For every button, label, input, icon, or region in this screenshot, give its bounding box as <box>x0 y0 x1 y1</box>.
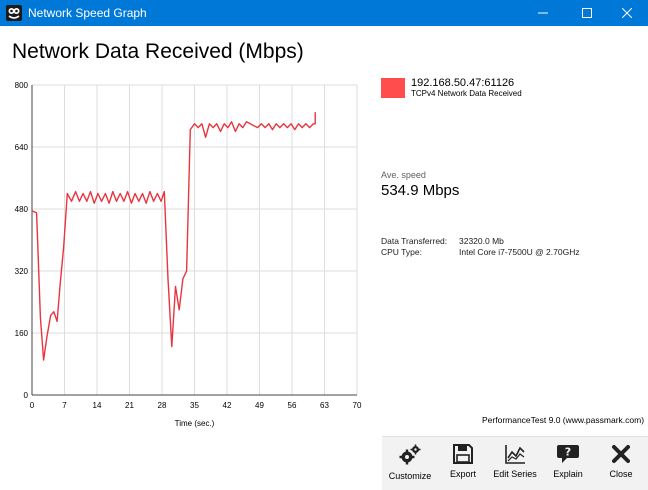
x-tick-label: 70 <box>353 401 362 410</box>
cpu-type-label: CPU Type: <box>381 247 422 257</box>
cpu-type-row: CPU Type: Intel Core i7-7500U @ 2.70GHz <box>381 247 580 257</box>
x-tick-label: 63 <box>320 401 329 410</box>
window-titlebar[interactable]: Network Speed Graph <box>0 0 648 26</box>
help-icon: ? <box>557 445 579 463</box>
series-line <box>31 112 316 361</box>
credit-text: PerformanceTest 9.0 (www.passmark.com) <box>482 415 645 425</box>
y-tick-label: 800 <box>15 81 29 90</box>
window-close-button[interactable] <box>606 0 648 26</box>
export-button[interactable]: Export <box>437 443 489 479</box>
x-axis-title: Time (sec.) <box>175 419 215 428</box>
x-tick-label: 56 <box>288 401 297 410</box>
minimize-icon <box>538 12 548 14</box>
x-tick-label: 0 <box>30 401 35 410</box>
export-label: Export <box>449 469 476 479</box>
x-tick-label: 7 <box>62 401 67 410</box>
explain-label: Explain <box>553 469 583 479</box>
edit-series-button[interactable]: Edit Series <box>489 443 541 479</box>
edit-series-label: Edit Series <box>493 469 537 479</box>
explain-button[interactable]: ? Explain <box>542 443 594 479</box>
ave-speed-label: Ave. speed <box>381 170 426 180</box>
data-transferred-row: Data Transferred: 32320.0 Mb <box>381 236 504 246</box>
y-tick-label: 640 <box>15 143 29 152</box>
close-button[interactable]: Close <box>595 443 647 479</box>
maximize-icon <box>582 8 592 18</box>
data-transferred-value: 32320.0 Mb <box>459 236 504 246</box>
y-tick-label: 320 <box>15 267 29 276</box>
legend-swatch <box>381 78 405 98</box>
x-tick-label: 42 <box>223 401 232 410</box>
close-icon <box>622 8 632 18</box>
line-chart-icon <box>505 445 525 464</box>
y-tick-label: 160 <box>15 329 29 338</box>
legend-series-desc: TCPv4 Network Data Received <box>411 89 522 98</box>
ave-speed-value: 534.9 Mbps <box>381 182 460 199</box>
x-tick-label: 14 <box>93 401 102 410</box>
gears-icon <box>399 444 421 465</box>
data-transferred-label: Data Transferred: <box>381 236 448 246</box>
cpu-type-value: Intel Core i7-7500U @ 2.70GHz <box>459 247 580 257</box>
legend-series-name: 192.168.50.47:61126 <box>411 77 515 89</box>
svg-text:?: ? <box>565 446 571 459</box>
x-tick-label: 49 <box>255 401 264 410</box>
save-icon <box>453 444 473 464</box>
x-tick-label: 28 <box>158 401 167 410</box>
close-x-icon <box>612 445 630 463</box>
window-title: Network Speed Graph <box>28 6 147 20</box>
app-icon <box>6 5 22 21</box>
bottom-toolbar: Customize Export Edit Series ? Explain C… <box>382 436 648 490</box>
line-chart: 0 160 320 480 640 800 0 7 14 21 28 35 42 49 56 63 70 Time… <box>15 81 362 428</box>
minimize-button[interactable] <box>522 0 564 26</box>
customize-label: Customize <box>388 471 432 481</box>
x-tick-label: 35 <box>190 401 199 410</box>
maximize-button[interactable] <box>566 0 608 26</box>
y-tick-label: 0 <box>24 391 29 400</box>
x-tick-label: 21 <box>125 401 134 410</box>
close-label: Close <box>609 469 633 479</box>
page-title: Network Data Received (Mbps) <box>12 40 304 63</box>
y-tick-label: 480 <box>15 205 29 214</box>
customize-button[interactable]: Customize <box>384 443 436 481</box>
